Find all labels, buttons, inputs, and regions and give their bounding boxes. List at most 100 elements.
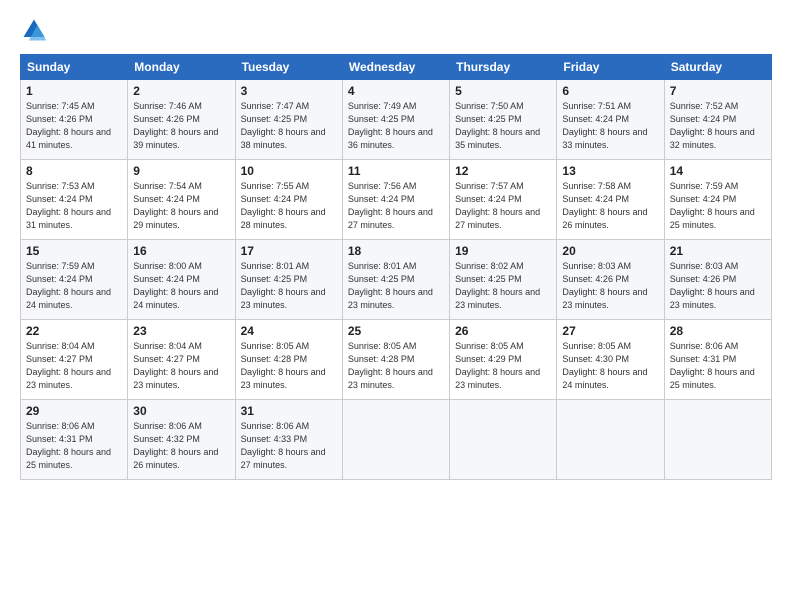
day-number: 3 <box>241 84 337 98</box>
calendar-day-3: 3 Sunrise: 7:47 AMSunset: 4:25 PMDaylight… <box>235 80 342 160</box>
day-info: Sunrise: 7:52 AMSunset: 4:24 PMDaylight:… <box>670 100 766 152</box>
day-info: Sunrise: 7:50 AMSunset: 4:25 PMDaylight:… <box>455 100 551 152</box>
day-number: 8 <box>26 164 122 178</box>
page: SundayMondayTuesdayWednesdayThursdayFrid… <box>0 0 792 612</box>
day-info: Sunrise: 8:06 AMSunset: 4:31 PMDaylight:… <box>670 340 766 392</box>
day-info: Sunrise: 8:04 AMSunset: 4:27 PMDaylight:… <box>133 340 229 392</box>
calendar-day-12: 12 Sunrise: 7:57 AMSunset: 4:24 PMDayligh… <box>450 160 557 240</box>
day-info: Sunrise: 7:49 AMSunset: 4:25 PMDaylight:… <box>348 100 444 152</box>
day-number: 29 <box>26 404 122 418</box>
day-number: 26 <box>455 324 551 338</box>
day-number: 30 <box>133 404 229 418</box>
empty-cell <box>557 400 664 480</box>
calendar-body: 1 Sunrise: 7:45 AMSunset: 4:26 PMDaylight… <box>21 80 772 480</box>
day-info: Sunrise: 7:58 AMSunset: 4:24 PMDaylight:… <box>562 180 658 232</box>
day-info: Sunrise: 7:46 AMSunset: 4:26 PMDaylight:… <box>133 100 229 152</box>
calendar-day-11: 11Sunrise: 7:56 AMSunset: 4:24 PMDayligh… <box>342 160 449 240</box>
day-info: Sunrise: 7:55 AMSunset: 4:24 PMDaylight:… <box>241 180 337 232</box>
day-number: 31 <box>241 404 337 418</box>
day-info: Sunrise: 7:59 AMSunset: 4:24 PMDaylight:… <box>26 260 122 312</box>
calendar-day-4: 4 Sunrise: 7:49 AMSunset: 4:25 PMDaylight… <box>342 80 449 160</box>
calendar-day-28: 28 Sunrise: 8:06 AMSunset: 4:31 PMDayligh… <box>664 320 771 400</box>
calendar-day-9: 9 Sunrise: 7:54 AMSunset: 4:24 PMDaylight… <box>128 160 235 240</box>
day-number: 13 <box>562 164 658 178</box>
calendar-day-22: 22Sunrise: 8:04 AMSunset: 4:27 PMDayligh… <box>21 320 128 400</box>
day-info: Sunrise: 7:51 AMSunset: 4:24 PMDaylight:… <box>562 100 658 152</box>
day-info: Sunrise: 7:53 AMSunset: 4:24 PMDaylight:… <box>26 180 122 232</box>
calendar-day-20: 20 Sunrise: 8:03 AMSunset: 4:26 PMDayligh… <box>557 240 664 320</box>
day-info: Sunrise: 7:47 AMSunset: 4:25 PMDaylight:… <box>241 100 337 152</box>
day-info: Sunrise: 8:03 AMSunset: 4:26 PMDaylight:… <box>670 260 766 312</box>
calendar-day-18: 18 Sunrise: 8:01 AMSunset: 4:25 PMDayligh… <box>342 240 449 320</box>
day-info: Sunrise: 8:03 AMSunset: 4:26 PMDaylight:… <box>562 260 658 312</box>
day-info: Sunrise: 7:45 AMSunset: 4:26 PMDaylight:… <box>26 100 122 152</box>
day-info: Sunrise: 8:05 AMSunset: 4:29 PMDaylight:… <box>455 340 551 392</box>
calendar-day-27: 27Sunrise: 8:05 AMSunset: 4:30 PMDayligh… <box>557 320 664 400</box>
calendar-week-4: 22Sunrise: 8:04 AMSunset: 4:27 PMDayligh… <box>21 320 772 400</box>
calendar-week-3: 15 Sunrise: 7:59 AMSunset: 4:24 PMDayligh… <box>21 240 772 320</box>
day-number: 21 <box>670 244 766 258</box>
empty-cell <box>664 400 771 480</box>
day-info: Sunrise: 8:00 AMSunset: 4:24 PMDaylight:… <box>133 260 229 312</box>
weekday-header-thursday: Thursday <box>450 55 557 80</box>
weekday-header-friday: Friday <box>557 55 664 80</box>
day-number: 12 <box>455 164 551 178</box>
day-number: 18 <box>348 244 444 258</box>
day-info: Sunrise: 8:02 AMSunset: 4:25 PMDaylight:… <box>455 260 551 312</box>
day-info: Sunrise: 8:05 AMSunset: 4:30 PMDaylight:… <box>562 340 658 392</box>
day-number: 11 <box>348 164 444 178</box>
calendar-day-6: 6 Sunrise: 7:51 AMSunset: 4:24 PMDaylight… <box>557 80 664 160</box>
calendar-day-8: 8 Sunrise: 7:53 AMSunset: 4:24 PMDaylight… <box>21 160 128 240</box>
calendar-day-24: 24 Sunrise: 8:05 AMSunset: 4:28 PMDayligh… <box>235 320 342 400</box>
day-info: Sunrise: 8:04 AMSunset: 4:27 PMDaylight:… <box>26 340 122 392</box>
day-info: Sunrise: 8:01 AMSunset: 4:25 PMDaylight:… <box>348 260 444 312</box>
weekday-header-tuesday: Tuesday <box>235 55 342 80</box>
logo-icon <box>20 16 48 44</box>
calendar-day-15: 15 Sunrise: 7:59 AMSunset: 4:24 PMDayligh… <box>21 240 128 320</box>
calendar-day-13: 13 Sunrise: 7:58 AMSunset: 4:24 PMDayligh… <box>557 160 664 240</box>
day-number: 1 <box>26 84 122 98</box>
calendar-day-30: 30 Sunrise: 8:06 AMSunset: 4:32 PMDayligh… <box>128 400 235 480</box>
day-number: 16 <box>133 244 229 258</box>
calendar-day-21: 21 Sunrise: 8:03 AMSunset: 4:26 PMDayligh… <box>664 240 771 320</box>
day-number: 17 <box>241 244 337 258</box>
day-number: 19 <box>455 244 551 258</box>
weekday-header-sunday: Sunday <box>21 55 128 80</box>
calendar-day-5: 5 Sunrise: 7:50 AMSunset: 4:25 PMDaylight… <box>450 80 557 160</box>
day-info: Sunrise: 8:05 AMSunset: 4:28 PMDaylight:… <box>241 340 337 392</box>
day-number: 2 <box>133 84 229 98</box>
logo <box>20 16 52 44</box>
weekday-header-saturday: Saturday <box>664 55 771 80</box>
day-info: Sunrise: 8:06 AMSunset: 4:32 PMDaylight:… <box>133 420 229 472</box>
calendar-day-1: 1 Sunrise: 7:45 AMSunset: 4:26 PMDaylight… <box>21 80 128 160</box>
weekday-header-wednesday: Wednesday <box>342 55 449 80</box>
day-number: 6 <box>562 84 658 98</box>
day-number: 9 <box>133 164 229 178</box>
calendar-day-16: 16 Sunrise: 8:00 AMSunset: 4:24 PMDayligh… <box>128 240 235 320</box>
calendar-day-23: 23Sunrise: 8:04 AMSunset: 4:27 PMDayligh… <box>128 320 235 400</box>
calendar-day-7: 7 Sunrise: 7:52 AMSunset: 4:24 PMDaylight… <box>664 80 771 160</box>
calendar-day-10: 10 Sunrise: 7:55 AMSunset: 4:24 PMDayligh… <box>235 160 342 240</box>
day-info: Sunrise: 7:54 AMSunset: 4:24 PMDaylight:… <box>133 180 229 232</box>
calendar-week-2: 8 Sunrise: 7:53 AMSunset: 4:24 PMDaylight… <box>21 160 772 240</box>
calendar-day-31: 31Sunrise: 8:06 AMSunset: 4:33 PMDayligh… <box>235 400 342 480</box>
day-info: Sunrise: 7:59 AMSunset: 4:24 PMDaylight:… <box>670 180 766 232</box>
day-number: 4 <box>348 84 444 98</box>
calendar-week-5: 29Sunrise: 8:06 AMSunset: 4:31 PMDayligh… <box>21 400 772 480</box>
day-number: 20 <box>562 244 658 258</box>
day-number: 5 <box>455 84 551 98</box>
empty-cell <box>342 400 449 480</box>
calendar-day-26: 26 Sunrise: 8:05 AMSunset: 4:29 PMDayligh… <box>450 320 557 400</box>
day-number: 28 <box>670 324 766 338</box>
day-info: Sunrise: 8:01 AMSunset: 4:25 PMDaylight:… <box>241 260 337 312</box>
day-number: 24 <box>241 324 337 338</box>
day-number: 15 <box>26 244 122 258</box>
day-number: 10 <box>241 164 337 178</box>
calendar-table: SundayMondayTuesdayWednesdayThursdayFrid… <box>20 54 772 480</box>
day-info: Sunrise: 7:57 AMSunset: 4:24 PMDaylight:… <box>455 180 551 232</box>
calendar-header: SundayMondayTuesdayWednesdayThursdayFrid… <box>21 55 772 80</box>
calendar-day-29: 29Sunrise: 8:06 AMSunset: 4:31 PMDayligh… <box>21 400 128 480</box>
weekday-header-monday: Monday <box>128 55 235 80</box>
header <box>20 16 772 44</box>
day-number: 7 <box>670 84 766 98</box>
